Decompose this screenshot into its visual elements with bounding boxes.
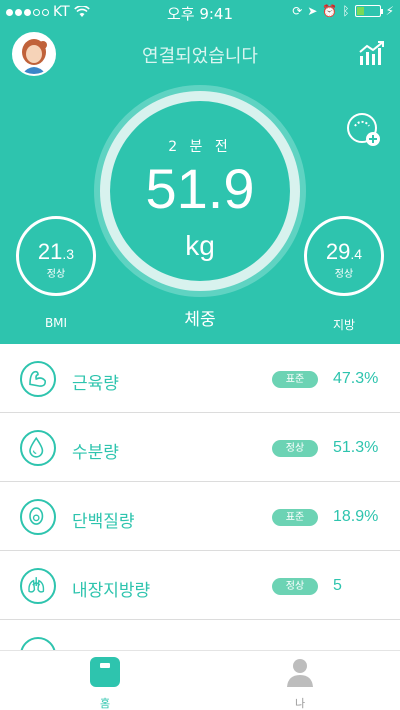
- bluetooth-icon: ᛒ: [342, 4, 350, 18]
- partial-row-icon: [20, 637, 56, 650]
- bmi-status: 정상: [46, 269, 66, 280]
- bmi-ring[interactable]: 21.3 정상: [16, 216, 96, 296]
- metric-name: 내장지방량: [72, 581, 151, 601]
- muscle-icon: [20, 361, 56, 397]
- fat-value-integer: 29: [325, 239, 351, 264]
- list-item[interactable]: 수분량 정상 51.3%: [0, 413, 400, 482]
- measurement-time-ago: 2 분 전: [168, 139, 232, 155]
- tab-bar: 홈 나: [0, 650, 400, 710]
- fat-value-decimal: .4: [350, 246, 363, 262]
- connection-status-title: 연결되었습니다: [142, 46, 258, 67]
- person-icon: [287, 659, 313, 687]
- tab-me[interactable]: 나: [270, 656, 330, 710]
- tab-me-label: 나: [294, 697, 306, 710]
- water-drop-icon: [20, 430, 56, 466]
- fat-label: 지방: [332, 318, 356, 332]
- rotation-lock-icon: ⟳: [292, 4, 303, 18]
- list-item[interactable]: 단백질량 표준 18.9%: [0, 482, 400, 551]
- status-badge: 표준: [272, 371, 318, 388]
- scale-home-icon: [90, 657, 120, 687]
- metric-name: 수분량: [72, 443, 119, 463]
- status-badge: 정상: [272, 440, 318, 457]
- bmi-value: 21.3: [19, 239, 93, 265]
- metric-value: 51.3%: [333, 439, 379, 456]
- hero-panel: KT 오후 9:41 ⟳ ➤ ⏰ ᛒ ⚡ 연결되었습니다 2 분 전 51.9 …: [0, 0, 400, 344]
- bmi-value-integer: 21: [37, 239, 63, 264]
- charging-icon: ⚡: [385, 4, 394, 18]
- tab-home-label: 홈: [99, 697, 111, 710]
- metric-name: 근육량: [72, 374, 119, 394]
- weight-value: 51.9: [145, 157, 255, 220]
- lungs-icon: [20, 568, 56, 604]
- metric-value: 18.9%: [333, 508, 379, 525]
- metric-name: 단백질량: [72, 512, 135, 532]
- status-bar: KT 오후 9:41 ⟳ ➤ ⏰ ᛒ ⚡: [0, 0, 400, 24]
- location-icon: ➤: [307, 4, 318, 18]
- metrics-list: 근육량 표준 47.3% 수분량 정상 51.3% 단백질량 표준 18.9% …: [0, 344, 400, 650]
- list-item[interactable]: 근육량 표준 47.3%: [0, 344, 400, 413]
- fat-ring[interactable]: 29.4 정상: [304, 216, 384, 296]
- alarm-icon: ⏰: [322, 4, 338, 18]
- list-item[interactable]: [0, 620, 400, 650]
- bmi-label: BMI: [44, 316, 68, 330]
- bmi-value-decimal: .3: [62, 246, 75, 262]
- tab-home[interactable]: 홈: [75, 656, 135, 710]
- fat-value: 29.4: [307, 239, 381, 265]
- protein-egg-icon: [20, 499, 56, 535]
- status-badge: 표준: [272, 509, 318, 526]
- list-item[interactable]: 내장지방량 정상 5: [0, 551, 400, 620]
- status-icons: ⟳ ➤ ⏰ ᛒ ⚡: [292, 4, 394, 18]
- battery-icon: [354, 5, 383, 17]
- metric-value: 5: [333, 577, 342, 594]
- fat-status: 정상: [334, 269, 354, 280]
- metric-value: 47.3%: [333, 370, 379, 387]
- chart-trend-icon[interactable]: [358, 40, 386, 66]
- status-badge: 정상: [272, 578, 318, 595]
